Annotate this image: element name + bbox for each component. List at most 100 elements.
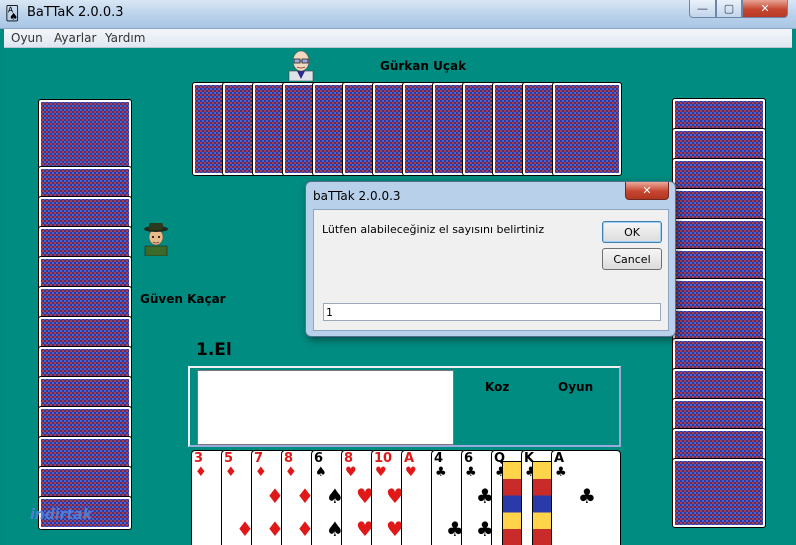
koz-label: Koz <box>485 380 510 394</box>
card-back <box>672 218 766 252</box>
hand-card[interactable]: 6 ♠ ♠ ♠ <box>311 450 345 545</box>
trick-area <box>197 370 454 445</box>
card-rank: A <box>554 451 565 466</box>
card-back <box>38 286 132 320</box>
card-back <box>672 188 766 222</box>
bid-dialog: baTTak 2.0.0.3 ✕ Lütfen alabileceğiniz e… <box>305 181 676 337</box>
dialog-title: baTTak 2.0.0.3 <box>313 189 401 203</box>
trick-panel: Koz Oyun <box>188 366 621 447</box>
card-rank: 6 <box>314 451 324 466</box>
card-back <box>38 346 132 380</box>
card-back <box>672 398 766 432</box>
maximize-button[interactable]: ▢ <box>716 0 742 18</box>
title-bar: 🂡 BaTTaK 2.0.0.3 — ▢ ✕ <box>0 0 796 29</box>
card-back <box>342 82 376 176</box>
oyun-label: Oyun <box>558 380 594 394</box>
card-back <box>312 82 346 176</box>
card-back <box>672 428 766 462</box>
card-rank: 10 <box>374 451 393 466</box>
card-back <box>672 158 766 192</box>
card-back <box>402 82 436 176</box>
hand-card[interactable]: 10 ♥ ♥ ♥ <box>371 450 405 545</box>
club-icon: ♣ <box>435 465 447 480</box>
card-back <box>38 376 132 410</box>
card-back <box>672 128 766 162</box>
diamond-icon: ♦ <box>195 465 207 480</box>
hand-card[interactable]: 7 ♦ ♦ ♦ <box>251 450 285 545</box>
ok-button[interactable]: OK <box>602 221 662 243</box>
hand-card[interactable]: 4 ♣ ♣ <box>431 450 465 545</box>
cancel-button[interactable]: Cancel <box>602 248 662 270</box>
card-rank: 7 <box>254 451 264 466</box>
card-back <box>38 226 132 260</box>
card-back <box>672 278 766 312</box>
hand-card[interactable]: 6 ♣ ♣ ♣ <box>461 450 495 545</box>
close-button[interactable]: ✕ <box>742 0 788 18</box>
card-back <box>492 82 526 176</box>
card-rank: 6 <box>464 451 474 466</box>
card-back <box>672 98 766 132</box>
hand-card[interactable]: 3 ♦ <box>191 450 225 545</box>
card-rank: 8 <box>284 451 294 466</box>
card-back <box>672 308 766 342</box>
card-rank: A <box>404 451 415 466</box>
dialog-message: Lütfen alabileceğiniz el sayısını belirt… <box>322 223 545 236</box>
window-title: BaTTaK 2.0.0.3 <box>27 5 124 20</box>
club-icon: ♣ <box>578 484 596 508</box>
hand-card[interactable]: A ♥ <box>401 450 435 545</box>
card-back <box>38 166 132 200</box>
hand-card[interactable]: Q ♣ <box>491 450 525 545</box>
card-back <box>672 458 766 528</box>
card-back <box>192 82 226 176</box>
queen-figure <box>502 461 522 545</box>
card-back <box>432 82 466 176</box>
bald-glasses-avatar <box>285 49 317 82</box>
menu-bar: Oyun Ayarlar Yardım <box>4 29 792 48</box>
card-rank: 5 <box>224 451 234 466</box>
card-back <box>38 196 132 230</box>
card-back <box>222 82 256 176</box>
spade-icon: ♠ <box>315 465 327 480</box>
diamond-icon: ♦ <box>285 465 297 480</box>
hand-card[interactable]: 8 ♥ ♥ ♥ <box>341 450 375 545</box>
dialog-body: Lütfen alabileceğiniz el sayısını belirt… <box>313 209 669 331</box>
card-back <box>38 436 132 470</box>
left-player-name: Güven Kaçar <box>140 292 226 306</box>
diamond-icon: ♦ <box>255 465 267 480</box>
menu-yardim[interactable]: Yardım <box>105 31 145 45</box>
heart-icon: ♥ <box>345 465 357 480</box>
card-back <box>38 466 132 500</box>
card-back <box>38 316 132 350</box>
club-icon: ♣ <box>465 465 477 480</box>
hand-card[interactable]: K ♣ <box>521 450 555 545</box>
card-back <box>462 82 496 176</box>
dialog-close-button[interactable]: ✕ <box>625 182 669 200</box>
card-back <box>38 99 132 169</box>
round-label: 1.El <box>196 340 232 360</box>
card-rank: 4 <box>434 451 444 466</box>
card-rank: 3 <box>194 451 204 466</box>
menu-ayarlar[interactable]: Ayarlar <box>54 31 96 45</box>
heart-icon: ♥ <box>375 465 387 480</box>
card-back <box>672 368 766 402</box>
king-figure <box>532 461 552 545</box>
card-back <box>372 82 406 176</box>
hand-card[interactable]: 5 ♦ ♦ <box>221 450 255 545</box>
card-back <box>38 256 132 290</box>
hand-card[interactable]: A ♣ ♣ <box>551 450 621 545</box>
card-back <box>552 82 622 176</box>
bid-count-input[interactable] <box>323 303 661 321</box>
card-back <box>672 248 766 282</box>
card-rank: 8 <box>344 451 354 466</box>
batak-icon: 🂡 <box>5 6 20 22</box>
heart-icon: ♥ <box>405 465 417 480</box>
minimize-button[interactable]: — <box>689 0 716 18</box>
top-player-name: Gürkan Uçak <box>380 59 467 73</box>
hat-avatar <box>140 222 172 257</box>
card-back <box>38 406 132 440</box>
hand-card[interactable]: 8 ♦ ♦ ♦ <box>281 450 315 545</box>
watermark-logo: indirtak <box>30 507 92 523</box>
card-back <box>252 82 286 176</box>
card-back <box>522 82 556 176</box>
menu-oyun[interactable]: Oyun <box>11 31 43 45</box>
